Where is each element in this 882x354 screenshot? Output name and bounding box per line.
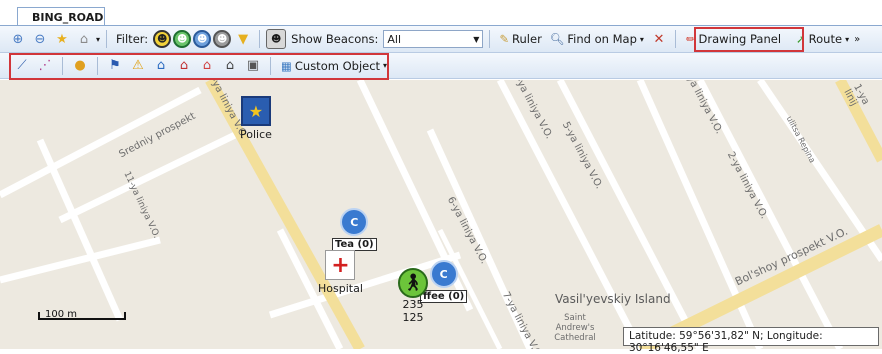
home-icon[interactable]: ⌂: [74, 29, 94, 49]
hospital-marker[interactable]: + Hospital: [318, 250, 363, 295]
beacon-icon: C: [429, 260, 458, 288]
chevron-down-icon: ▾: [639, 34, 644, 44]
hospital-label: Hospital: [318, 282, 363, 295]
tea-marker[interactable]: C Tea (0): [332, 208, 377, 251]
filter-car-icon[interactable]: ☻: [153, 30, 172, 48]
beacon-icon: C: [340, 208, 369, 236]
coordinates-readout: Latitude: 59°56'31,82" N; Longitude: 30°…: [623, 327, 879, 354]
zoom-out-icon[interactable]: ⊖: [30, 29, 50, 49]
tab-strip: BING_ROAD: [0, 0, 882, 26]
drawing-panel-highlight: [694, 27, 804, 52]
route-label: Route: [808, 32, 843, 46]
unit-label-line2: 125: [402, 311, 424, 324]
tab-bing-road[interactable]: BING_ROAD: [17, 7, 105, 26]
area-label: Vasil'yevskiy Island: [555, 292, 671, 306]
map-roads: [0, 80, 882, 349]
scale-label: 100 m: [45, 309, 78, 320]
filter-bus-icon[interactable]: ☻: [193, 30, 212, 48]
hospital-cross-icon: +: [325, 250, 356, 280]
separator: [674, 30, 676, 48]
ruler-button[interactable]: ✎ Ruler: [496, 29, 544, 50]
filter-label: Filter:: [116, 32, 149, 46]
filter-vehicle-icon[interactable]: ☻: [173, 30, 192, 48]
unit-marker[interactable]: 🚶︎ 235 125: [398, 268, 428, 324]
chevron-down-icon: ▾: [845, 34, 850, 44]
separator: [489, 30, 491, 48]
find-on-map-button[interactable]: 🔍︎ Find on Map ▾: [547, 29, 647, 50]
separator: [259, 30, 261, 48]
funnel-icon[interactable]: ▼: [233, 29, 253, 49]
police-badge-icon: ★: [240, 96, 271, 126]
beacon-device-icon[interactable]: ☻: [266, 29, 287, 49]
beacons-select-value: All: [387, 32, 402, 46]
pedestrian-icon: 🚶︎: [398, 268, 428, 298]
search-icon: 🔍︎: [549, 32, 565, 46]
chevron-down-icon: ▼: [473, 34, 480, 44]
ruler-icon: ✎: [499, 32, 510, 46]
zoom-in-icon[interactable]: ⊕: [8, 29, 28, 49]
map-view[interactable]: Sredniy prospekt 1-ya liniya V.O. 6-ya l…: [0, 80, 882, 349]
toolbar-overflow-icon[interactable]: »: [854, 34, 860, 45]
home-dropdown-icon[interactable]: ▾: [96, 35, 100, 44]
clear-search-icon[interactable]: ✕: [649, 29, 669, 49]
unit-label-line1: 235: [402, 298, 424, 311]
filter-truck-icon[interactable]: ☻: [213, 30, 232, 48]
church-label: Saint Andrew's Cathedral: [554, 313, 596, 343]
ruler-label: Ruler: [512, 32, 542, 46]
find-label: Find on Map: [567, 32, 637, 46]
show-beacons-label: Show Beacons:: [291, 32, 379, 46]
separator: [106, 30, 108, 48]
beacons-select[interactable]: All ▼: [383, 30, 484, 48]
drawing-toolbar-highlight: [9, 53, 389, 80]
police-marker[interactable]: ★ Police: [240, 96, 272, 141]
police-label: Police: [240, 128, 272, 141]
star-icon[interactable]: ★: [52, 29, 72, 49]
